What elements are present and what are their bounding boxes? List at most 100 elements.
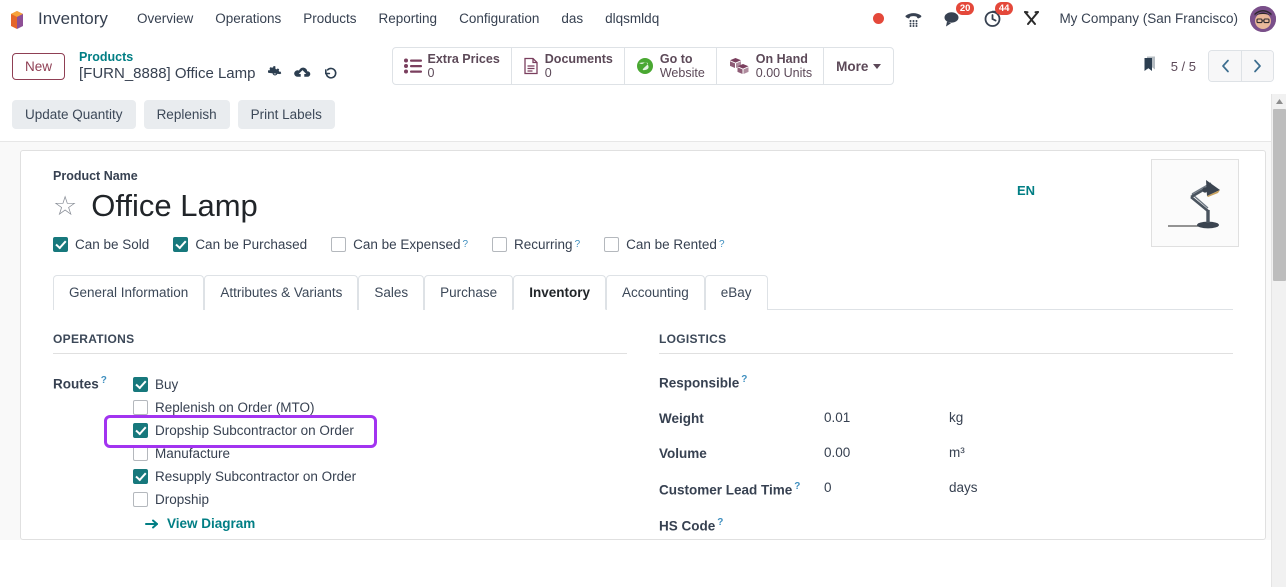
recurring-checkbox[interactable] [492, 237, 508, 253]
nav-menu-operations[interactable]: Operations [204, 0, 292, 38]
print-labels-button[interactable]: Print Labels [237, 100, 335, 129]
smart-button-on-hand[interactable]: On Hand 0.00 Units [717, 48, 825, 84]
flag-can-be-rented[interactable]: Can be Rented ? [604, 237, 725, 253]
route-dropship-subcontractor-on-order-checkbox[interactable] [133, 423, 148, 439]
volume-unit: m³ [949, 444, 965, 460]
smart-button-more-dropdown[interactable]: More [824, 48, 893, 84]
route-manufacture[interactable]: Manufacture [133, 442, 356, 465]
scrollbar-thumb[interactable] [1273, 109, 1286, 281]
odoo-inventory-product-form: Inventory Overview Operations Products R… [0, 0, 1286, 587]
help-tooltip-icon[interactable]: ? [794, 481, 800, 492]
help-tooltip-icon[interactable]: ? [741, 374, 747, 385]
flag-can-be-purchased[interactable]: Can be Purchased [173, 237, 307, 253]
flag-recurring[interactable]: Recurring ? [492, 237, 581, 253]
scroll-up-arrow-icon[interactable] [1272, 94, 1286, 108]
route-dropship-label: Dropship [155, 492, 210, 508]
can-be-rented-label: Can be Rented [626, 237, 717, 253]
customer-lead-time-label: Customer Lead Time? [659, 480, 801, 498]
cloud-upload-save-icon[interactable] [293, 66, 311, 80]
help-tooltip-icon[interactable]: ? [575, 239, 581, 250]
field-volume: Volume 0.00 m³ [659, 445, 1233, 461]
update-quantity-button[interactable]: Update Quantity [12, 100, 136, 129]
odoo-logo-icon[interactable] [8, 8, 30, 30]
route-resupply-subcontractor-on-order[interactable]: Resupply Subcontractor on Order [133, 465, 356, 488]
recording-indicator-icon[interactable] [863, 0, 894, 38]
messages-icon[interactable]: 20 [933, 0, 975, 38]
route-buy-checkbox[interactable] [133, 377, 148, 393]
tools-wrench-icon[interactable] [1012, 0, 1051, 38]
tab-inventory[interactable]: Inventory [513, 275, 606, 311]
attachments-bookmark-icon[interactable] [1141, 55, 1159, 78]
view-diagram-link[interactable]: View Diagram [145, 516, 356, 531]
action-buttons-row: Update Quantity Replenish Print Labels [12, 94, 1274, 141]
favorite-star-icon[interactable]: ☆ [53, 192, 77, 220]
can-be-expensed-checkbox[interactable] [331, 237, 347, 253]
help-tooltip-icon[interactable]: ? [717, 517, 723, 528]
tab-sales[interactable]: Sales [358, 275, 425, 311]
customer-lead-time-value[interactable]: 0 [824, 480, 949, 495]
route-replenish-on-order-mto[interactable]: Replenish on Order (MTO) [133, 396, 356, 419]
company-selector[interactable]: My Company (San Francisco) [1051, 11, 1246, 26]
route-buy[interactable]: Buy [133, 373, 356, 396]
nav-menu-products[interactable]: Products [292, 0, 367, 38]
tab-general-information[interactable]: General Information [53, 275, 205, 311]
pager-previous-button[interactable] [1209, 51, 1241, 81]
smart-button-documents-value: 0 [544, 66, 552, 80]
app-name[interactable]: Inventory [38, 9, 108, 29]
can-be-rented-checkbox[interactable] [604, 237, 620, 253]
smart-button-on-hand-value: 0.00 Units [755, 66, 813, 80]
smart-button-panel: Extra Prices 0 Documents 0 Go to Website… [391, 47, 895, 85]
nav-menu-configuration[interactable]: Configuration [448, 0, 550, 38]
tab-ebay[interactable]: eBay [704, 275, 768, 311]
volume-value[interactable]: 0.00 [824, 445, 949, 460]
smart-button-extra-prices[interactable]: Extra Prices 0 [393, 48, 512, 84]
language-badge[interactable]: EN [1017, 183, 1035, 198]
tab-attributes-variants[interactable]: Attributes & Variants [204, 275, 359, 311]
route-resupply-subcontractor-on-order-checkbox[interactable] [133, 469, 148, 485]
can-be-purchased-checkbox[interactable] [173, 237, 189, 253]
nav-menu-reporting[interactable]: Reporting [368, 0, 449, 38]
flag-can-be-expensed[interactable]: Can be Expensed ? [331, 237, 468, 253]
route-dropship-subcontractor-on-order[interactable]: Dropship Subcontractor on Order [133, 419, 356, 442]
help-tooltip-icon[interactable]: ? [101, 375, 107, 386]
field-responsible: Responsible? [659, 373, 1233, 391]
discard-undo-icon[interactable] [323, 66, 338, 81]
replenish-button[interactable]: Replenish [143, 100, 230, 129]
user-avatar[interactable] [1250, 5, 1276, 32]
smart-button-go-to-website[interactable]: Go to Website [625, 48, 717, 84]
route-replenish-on-order-mto-checkbox[interactable] [133, 400, 148, 416]
gear-icon[interactable] [267, 66, 282, 80]
route-dropship-checkbox[interactable] [133, 492, 148, 508]
smart-button-go-to-website-value: Website [659, 66, 705, 80]
route-dropship[interactable]: Dropship [133, 488, 356, 511]
operations-column: Operations Routes? Buy R [53, 332, 627, 534]
product-title-row: ☆ Office Lamp [53, 188, 1233, 223]
smart-button-on-hand-label: On Hand [755, 51, 808, 66]
help-tooltip-icon[interactable]: ? [462, 239, 468, 250]
navbar-systray: 20 44 My Company (San Francisco) [863, 0, 1276, 38]
product-name-value[interactable]: Office Lamp [91, 188, 258, 223]
product-image[interactable] [1151, 159, 1239, 247]
breadcrumb-parent-products[interactable]: Products [79, 50, 337, 64]
flag-can-be-sold[interactable]: Can be Sold [53, 237, 149, 253]
smart-button-documents[interactable]: Documents 0 [512, 48, 625, 84]
new-record-button[interactable]: New [12, 52, 66, 80]
tab-accounting[interactable]: Accounting [605, 275, 705, 311]
nav-menu-das[interactable]: das [550, 0, 594, 38]
weight-value[interactable]: 0.01 [824, 410, 949, 425]
volume-label: Volume [659, 445, 707, 461]
pager-next-button[interactable] [1241, 51, 1273, 81]
tab-purchase[interactable]: Purchase [424, 275, 514, 311]
nav-menu-overview[interactable]: Overview [126, 0, 204, 38]
phone-dialpad-icon[interactable] [894, 0, 933, 38]
routes-field: Routes? Buy Replenish on Order (MTO) Dro… [53, 373, 627, 531]
activities-clock-icon[interactable]: 44 [973, 0, 1014, 38]
nav-menu-dlqsmldq[interactable]: dlqsmldq [594, 0, 670, 38]
route-manufacture-checkbox[interactable] [133, 446, 148, 462]
control-panel-right: 5 / 5 [1141, 50, 1274, 82]
vertical-scrollbar[interactable] [1271, 94, 1286, 587]
help-tooltip-icon[interactable]: ? [719, 239, 725, 250]
field-hs-code: HS Code? [659, 516, 1233, 534]
can-be-sold-checkbox[interactable] [53, 237, 68, 253]
product-form-sheet: Product Name ☆ Office Lamp EN Can be Sol… [20, 150, 1266, 540]
